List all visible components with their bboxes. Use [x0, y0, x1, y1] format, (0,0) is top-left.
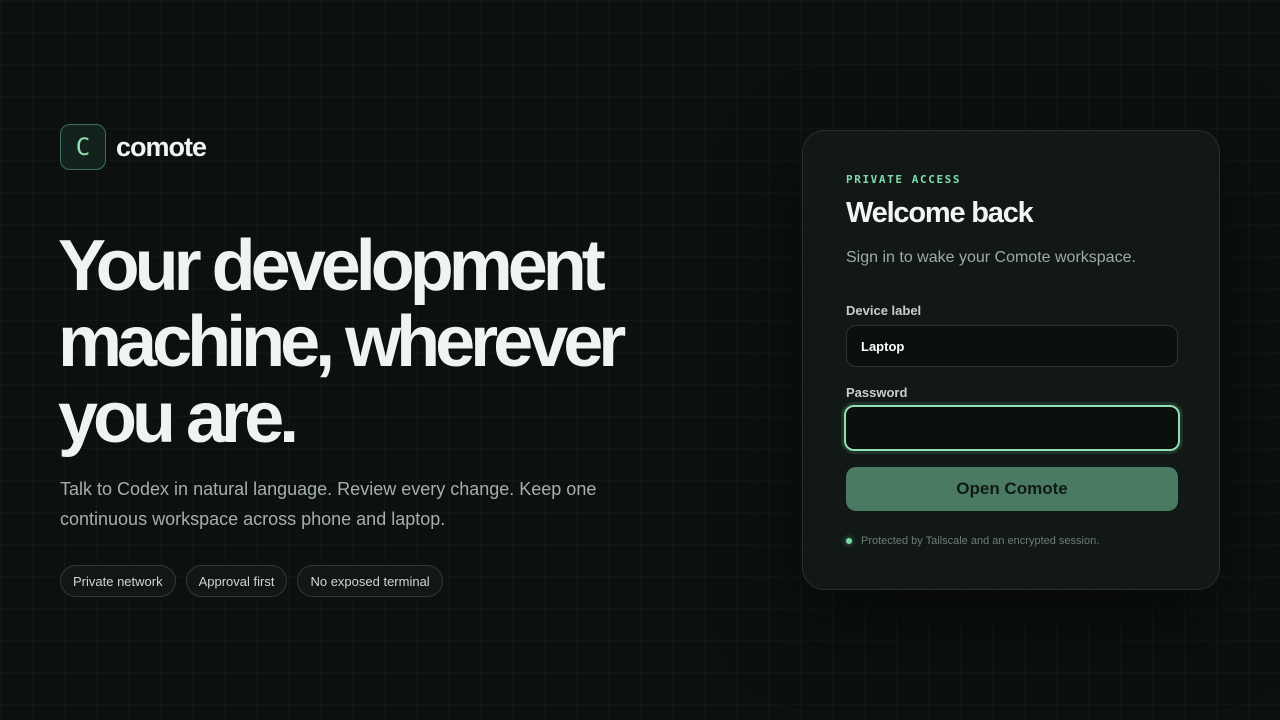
hero-line: you are. [58, 378, 299, 458]
device-label-input[interactable] [846, 325, 1178, 367]
hero-line: machine, wherever [58, 302, 626, 382]
chip-no-exposed-terminal: No exposed terminal [297, 565, 443, 597]
login-card: PRIVATE ACCESS Welcome back Sign in to w… [802, 130, 1220, 590]
password-input[interactable] [844, 405, 1180, 451]
security-note: Protected by Tailscale and an encrypted … [846, 535, 1099, 547]
chip-private-network: Private network [60, 565, 176, 597]
open-comote-button[interactable]: Open Comote [846, 467, 1178, 511]
brand: C comote [60, 124, 207, 170]
security-note-text: Protected by Tailscale and an encrypted … [861, 535, 1100, 547]
password-label: Password [846, 385, 908, 400]
card-eyebrow: PRIVATE ACCESS [846, 173, 962, 186]
device-label: Device label [846, 303, 922, 318]
hero-line: Your development [58, 226, 606, 306]
status-dot-icon [846, 538, 852, 544]
feature-chips: Private network Approval first No expose… [60, 565, 443, 597]
brand-name: comote [116, 131, 207, 162]
card-title: Welcome back [846, 197, 1034, 229]
logo-icon: C [60, 124, 106, 170]
card-subtitle: Sign in to wake your Comote workspace. [846, 249, 1136, 266]
chip-approval-first: Approval first [185, 565, 288, 597]
hero-headline: Your development machine, wherever you a… [58, 228, 678, 456]
hero-subtitle: Talk to Codex in natural language. Revie… [60, 479, 597, 529]
